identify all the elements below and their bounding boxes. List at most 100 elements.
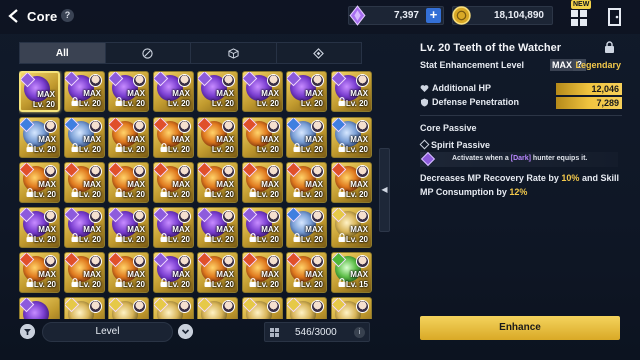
core-screen: { "header": { "title": "Core", "help": "… (0, 0, 640, 360)
tab-no-filter[interactable] (106, 43, 191, 63)
level-label: Lv. 20 (78, 190, 101, 199)
core-card[interactable]: MAX Lv. 20 (108, 117, 149, 158)
tab-all[interactable]: All (20, 43, 106, 63)
core-card[interactable]: MAX Lv. 20 (331, 117, 372, 158)
hunter-avatar (89, 165, 102, 178)
core-card[interactable] (331, 297, 372, 319)
core-card[interactable]: MAX Lv. 20 (331, 207, 372, 248)
lock-icon[interactable] (604, 41, 615, 54)
core-card[interactable]: MAX Lv. 20 (286, 117, 327, 158)
max-label: MAX (38, 180, 56, 189)
lock-icon (249, 233, 257, 242)
core-card[interactable]: MAX Lv. 20 (286, 252, 327, 293)
level-label: Lv. 20 (256, 99, 279, 108)
lock-icon (293, 188, 301, 197)
info-icon[interactable]: i (354, 327, 365, 338)
core-card[interactable]: MAX Lv. 20 (286, 207, 327, 248)
rarity-label: Legendary (575, 60, 621, 70)
hunter-avatar (222, 165, 235, 178)
lock-icon (115, 233, 123, 242)
diamond-icon (313, 47, 325, 59)
core-card[interactable] (64, 297, 105, 319)
level-label: Lv. 20 (256, 235, 279, 244)
exit-door-icon[interactable] (607, 8, 623, 26)
core-card[interactable]: MAX Lv. 20 (242, 71, 283, 112)
core-card[interactable]: MAX Lv. 20 (64, 162, 105, 203)
core-card[interactable]: MAX Lv. 20 (108, 162, 149, 203)
core-card[interactable]: MAX Lv. 20 (64, 117, 105, 158)
core-card[interactable]: MAX Lv. 20 (153, 162, 194, 203)
core-card[interactable]: MAX Lv. 20 (331, 162, 372, 203)
level-label: Lv. 20 (167, 280, 190, 289)
sort-order-chevron-icon[interactable] (178, 324, 193, 339)
tab-diamond[interactable] (277, 43, 362, 63)
sort-filter-icon[interactable] (20, 324, 35, 339)
core-card[interactable]: MAX Lv. 20 (64, 71, 105, 112)
core-card[interactable]: MAX Lv. 20 (153, 252, 194, 293)
max-label: MAX (172, 270, 190, 279)
add-crystal-button[interactable]: + (426, 8, 441, 23)
core-card[interactable]: MAX Lv. 20 (242, 117, 283, 158)
tab-cube[interactable] (191, 43, 277, 63)
core-card[interactable]: MAX Lv. 20 (19, 117, 60, 158)
level-label: Lv. 20 (32, 100, 55, 109)
hunter-avatar (222, 255, 235, 268)
max-label: MAX (83, 225, 101, 234)
collapse-panel-button[interactable]: ◀ (379, 148, 390, 232)
core-card[interactable]: MAX Lv. 20 (242, 252, 283, 293)
core-card[interactable]: MAX Lv. 20 (197, 252, 238, 293)
hunter-avatar (356, 255, 369, 268)
hunter-avatar (133, 210, 146, 223)
core-card[interactable]: MAX Lv. 20 (19, 71, 60, 112)
core-card[interactable]: MAX Lv. 15 (331, 252, 372, 293)
level-label: Lv. 20 (167, 99, 190, 108)
help-button[interactable]: ? (61, 9, 74, 22)
divider (420, 115, 622, 116)
core-card[interactable]: MAX Lv. 20 (108, 207, 149, 248)
core-card[interactable]: MAX Lv. 20 (197, 71, 238, 112)
core-card[interactable]: MAX Lv. 20 (108, 252, 149, 293)
core-card[interactable]: MAX Lv. 20 (286, 162, 327, 203)
core-card[interactable]: MAX Lv. 20 (153, 117, 194, 158)
core-card[interactable] (242, 297, 283, 319)
core-card[interactable]: MAX Lv. 20 (153, 71, 194, 112)
level-label: Lv. 20 (167, 145, 190, 154)
core-card[interactable]: MAX Lv. 20 (19, 252, 60, 293)
core-card[interactable]: MAX Lv. 20 (64, 207, 105, 248)
back-arrow-icon[interactable] (6, 8, 22, 24)
core-card[interactable]: MAX Lv. 20 (197, 207, 238, 248)
core-card[interactable] (19, 297, 60, 319)
level-label: Lv. 20 (300, 235, 323, 244)
core-card[interactable]: MAX Lv. 20 (19, 162, 60, 203)
core-card[interactable]: MAX Lv. 20 (19, 207, 60, 248)
hunter-avatar (89, 120, 102, 133)
crystal-icon (349, 5, 366, 26)
core-card[interactable]: MAX Lv. 20 (108, 71, 149, 112)
core-card[interactable]: MAX Lv. 20 (242, 207, 283, 248)
shield-icon (421, 98, 428, 107)
core-card[interactable]: MAX Lv. 20 (153, 207, 194, 248)
level-label: Lv. 20 (33, 145, 56, 154)
level-label: Lv. 20 (211, 99, 234, 108)
core-card[interactable]: MAX Lv. 20 (197, 117, 238, 158)
hunter-avatar (133, 120, 146, 133)
core-card[interactable]: MAX Lv. 20 (242, 162, 283, 203)
core-card[interactable] (286, 297, 327, 319)
hunter-avatar (133, 74, 146, 87)
spirit-passive-heading: Spirit Passive (431, 140, 491, 150)
core-card[interactable]: MAX Lv. 20 (331, 71, 372, 112)
enhance-button[interactable]: Enhance (420, 316, 620, 340)
menu-grid-icon[interactable] (570, 9, 588, 27)
max-label: MAX (261, 89, 279, 98)
core-card[interactable]: MAX Lv. 20 (197, 162, 238, 203)
lock-icon (338, 233, 346, 242)
core-card[interactable]: MAX Lv. 20 (64, 252, 105, 293)
core-card[interactable] (197, 297, 238, 319)
max-label: MAX (83, 180, 101, 189)
sort-dropdown[interactable]: Level (42, 322, 173, 342)
core-card[interactable]: MAX Lv. 20 (286, 71, 327, 112)
level-label: Lv. 20 (300, 99, 323, 108)
core-card[interactable] (108, 297, 149, 319)
core-card[interactable] (153, 297, 194, 319)
lock-icon (338, 278, 346, 287)
